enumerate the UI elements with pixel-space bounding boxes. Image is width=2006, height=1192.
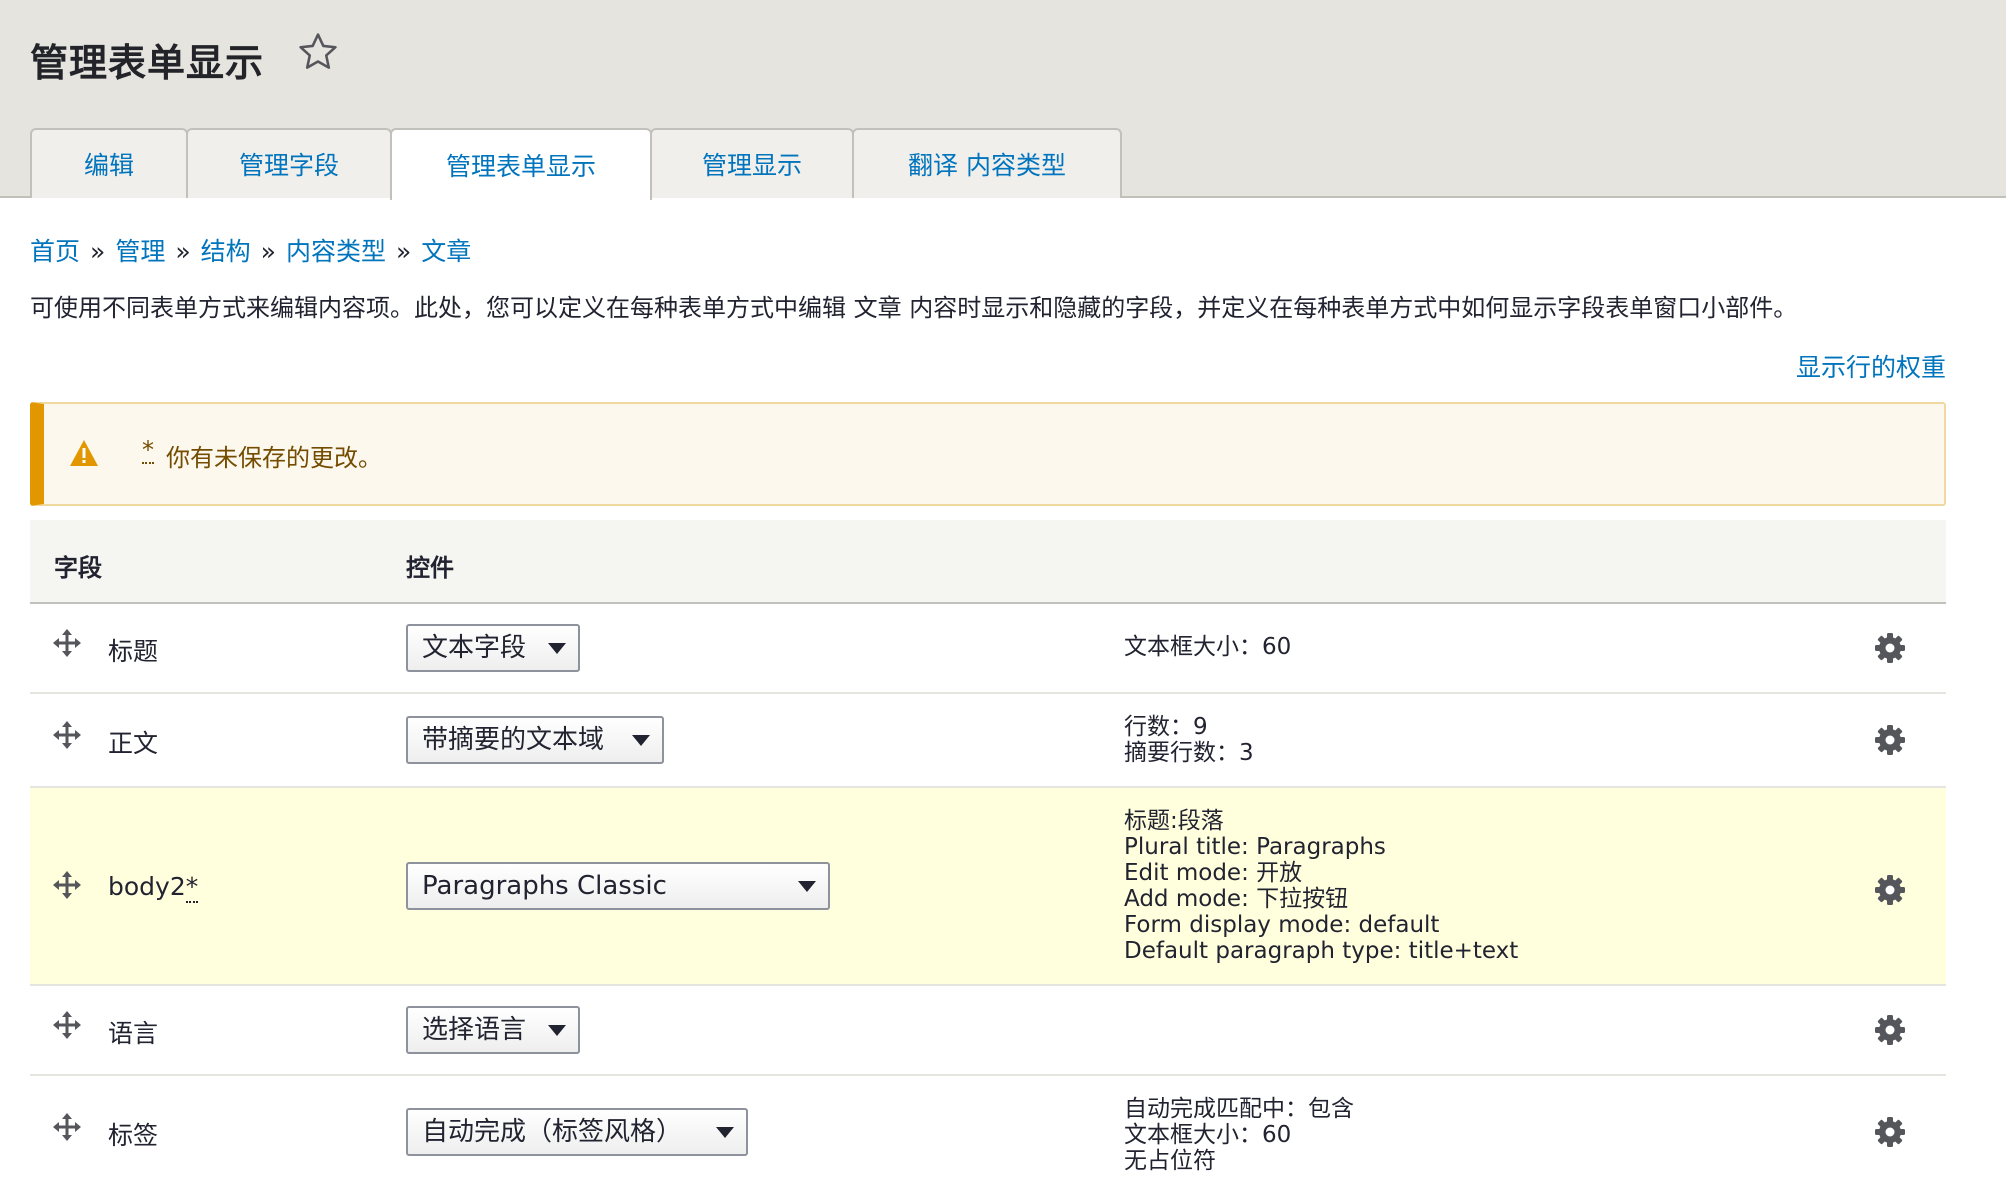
widget-summary: 行数：9 摘要行数：3	[1124, 714, 1254, 766]
column-header-field: 字段	[54, 554, 102, 582]
changed-marker: *	[185, 872, 199, 903]
breadcrumb-separator: »	[395, 237, 412, 266]
tab-manage-form-display[interactable]: 管理表单显示	[390, 128, 652, 200]
breadcrumb-home[interactable]: 首页	[30, 237, 80, 266]
widget-summary: 文本框大小：60	[1124, 634, 1292, 660]
field-name: body2	[108, 872, 186, 901]
tab-edit[interactable]: 编辑	[30, 128, 188, 198]
widget-select[interactable]: 带摘要的文本域	[406, 716, 664, 764]
field-name: 语言	[108, 1019, 159, 1048]
form-display-table: 字段 控件 标题 文本字段 文本框大小：60 正文 带摘要的文本域 行数：9 摘…	[30, 520, 1946, 1192]
breadcrumb: 首页 » 管理 » 结构 » 内容类型 » 文章	[30, 232, 471, 268]
widget-summary: 自动完成匹配中：包含 文本框大小：60 无占位符	[1124, 1096, 1354, 1174]
warning-message: 你有未保存的更改。	[166, 444, 382, 472]
chevron-down-icon	[548, 1025, 566, 1036]
table-row: 标签 自动完成（标签风格） 自动完成匹配中：包含 文本框大小：60 无占位符	[30, 1076, 1946, 1192]
tab-translate-content-type[interactable]: 翻译 内容类型	[852, 128, 1122, 198]
breadcrumb-article[interactable]: 文章	[421, 237, 471, 266]
breadcrumb-separator: »	[260, 237, 276, 266]
field-label: body2*	[108, 872, 199, 903]
widget-summary: 标题:段落 Plural title: Paragraphs Edit mode…	[1124, 808, 1519, 964]
table-header: 字段 控件	[30, 520, 1946, 604]
breadcrumb-separator: »	[175, 237, 191, 266]
field-name: 标签	[108, 1121, 159, 1150]
drag-handle-icon[interactable]	[52, 1112, 82, 1142]
gear-icon[interactable]	[1874, 1116, 1906, 1148]
table-row-changed: body2* Paragraphs Classic 标题:段落 Plural t…	[30, 788, 1946, 986]
drag-handle-icon[interactable]	[52, 870, 82, 900]
widget-select[interactable]: 选择语言	[406, 1006, 580, 1054]
drag-handle-icon[interactable]	[52, 720, 82, 750]
chevron-down-icon	[716, 1127, 734, 1138]
chevron-down-icon	[632, 735, 650, 746]
gear-icon[interactable]	[1874, 632, 1906, 664]
tab-manage-display[interactable]: 管理显示	[650, 128, 854, 198]
page-title: 管理表单显示	[30, 41, 265, 85]
widget-select[interactable]: Paragraphs Classic	[406, 862, 830, 910]
widget-select-value: 自动完成（标签风格）	[422, 1117, 683, 1147]
primary-tabs: 编辑 管理字段 管理表单显示 管理显示 翻译 内容类型	[30, 128, 1122, 200]
chevron-down-icon	[548, 643, 566, 654]
page-description: 可使用不同表单方式来编辑内容项。此处，您可以定义在每种表单方式中编辑 文章 内容…	[30, 294, 1798, 322]
widget-select-value: Paragraphs Classic	[422, 871, 667, 901]
field-name: 标题	[108, 637, 159, 666]
chevron-down-icon	[798, 881, 816, 892]
field-label: 正文	[108, 724, 158, 760]
field-label: 标题	[108, 632, 158, 668]
gear-icon[interactable]	[1874, 724, 1906, 756]
drag-handle-icon[interactable]	[52, 628, 82, 658]
tab-manage-fields[interactable]: 管理字段	[186, 128, 392, 198]
widget-select[interactable]: 自动完成（标签风格）	[406, 1108, 748, 1156]
unsaved-changes-warning: * 你有未保存的更改。	[30, 402, 1946, 506]
breadcrumb-separator: »	[90, 237, 106, 266]
warning-icon	[70, 440, 98, 466]
page-header: 管理表单显示 编辑 管理字段 管理表单显示 管理显示 翻译 内容类型	[0, 0, 2006, 200]
field-label: 语言	[108, 1014, 158, 1050]
breadcrumb-content-types[interactable]: 内容类型	[286, 237, 386, 266]
column-header-widget: 控件	[406, 554, 454, 582]
widget-select-value: 选择语言	[422, 1015, 527, 1045]
gear-icon[interactable]	[1874, 874, 1906, 906]
drag-handle-icon[interactable]	[52, 1010, 82, 1040]
show-row-weights-link[interactable]: 显示行的权重	[1796, 348, 1946, 384]
gear-icon[interactable]	[1874, 1014, 1906, 1046]
breadcrumb-admin[interactable]: 管理	[115, 237, 165, 266]
widget-select[interactable]: 文本字段	[406, 624, 580, 672]
table-row: 标题 文本字段 文本框大小：60	[30, 604, 1946, 694]
field-name: 正文	[108, 729, 159, 758]
table-row: 正文 带摘要的文本域 行数：9 摘要行数：3	[30, 694, 1946, 788]
widget-select-value: 带摘要的文本域	[422, 725, 605, 755]
warning-changed-marker: *	[142, 436, 154, 464]
field-label: 标签	[108, 1116, 158, 1152]
table-row: 语言 选择语言	[30, 986, 1946, 1076]
star-icon[interactable]	[296, 30, 340, 74]
breadcrumb-structure[interactable]: 结构	[201, 237, 251, 266]
widget-select-value: 文本字段	[422, 633, 527, 663]
